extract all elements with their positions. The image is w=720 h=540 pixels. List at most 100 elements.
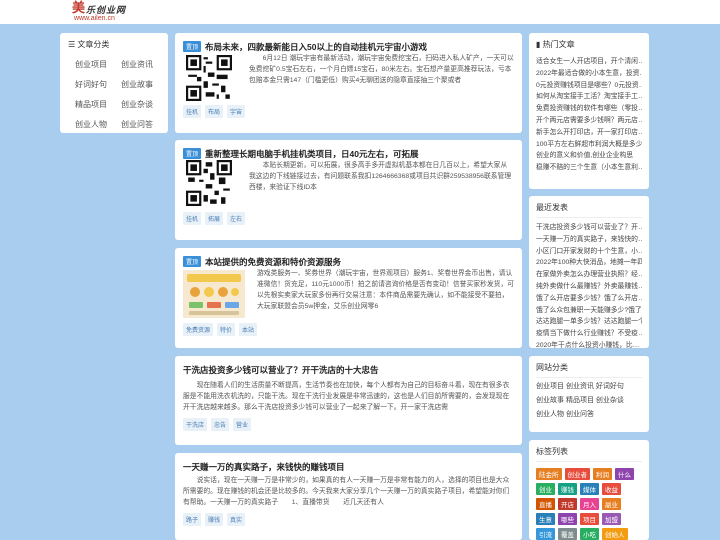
article-tag[interactable]: 赚钱: [205, 513, 224, 526]
hot-title: ▮ 热门文章: [536, 38, 642, 52]
hot-article-link[interactable]: 免费投资赚钱的软件有哪些（零投…: [536, 103, 642, 115]
category-panel: ☰ 文章分类 创业项目 创业资讯 好词好句 创业故事 精品项目 创业杂谈 创业人…: [60, 33, 168, 133]
chart-icon: ▮: [536, 40, 541, 49]
category-item[interactable]: 创业资讯: [114, 58, 160, 72]
site-categories-panel: 网站分类 创业项目 创业资讯 好词好句 创业故事 精品项目 创业杂谈 创业人物 …: [529, 356, 649, 432]
article-title[interactable]: 置顶 本站提供的免费资源和特价资源服务: [183, 256, 341, 268]
tag-cloud-item[interactable]: 月入: [580, 498, 599, 510]
qr-code-image[interactable]: [183, 55, 245, 103]
article-excerpt: 本贴长期更新，可以拓展，很多高手多开虚拟机基本都在日几百以上，希望大家从我这边的…: [249, 162, 512, 191]
hot-article-link[interactable]: 适合女生一人开店项目，开个清闲…: [536, 56, 642, 68]
tag-cloud-item[interactable]: 哪些: [558, 513, 577, 525]
hot-article-link[interactable]: 如何从淘宝接手工活？淘宝接手工…: [536, 91, 642, 103]
article-card: 置顶 布局未来，四款最新能日入50以上的自动挂机元宇宙小游戏 6月12日 潮玩宇宙…: [175, 33, 522, 133]
tagcloud-title: 标签列表: [536, 447, 568, 456]
recent-posts-panel: 最近发表 干洗店投资多少钱可以营业了？开… 一天赚一万的真实路子，来钱快的… 小…: [529, 196, 649, 349]
hot-article-link[interactable]: 100平方左右鲜超市利润大概是多少…: [536, 139, 642, 151]
article-card: 干洗店投资多少钱可以营业了？开干洗店的十大忠告 现在随着人们的生活质量不断提高，…: [175, 356, 522, 445]
category-item[interactable]: 创业项目: [68, 58, 114, 72]
article-tag[interactable]: 挂机: [183, 212, 202, 225]
category-item[interactable]: 创业故事: [114, 78, 160, 92]
hot-article-link[interactable]: 稳赚不赔的三个生意（小本生意利…: [536, 162, 642, 174]
tag-cloud-item[interactable]: 小吃: [580, 528, 599, 540]
article-title[interactable]: 干洗店投资多少钱可以营业了？开干洗店的十大忠告: [183, 364, 379, 376]
app-screenshot-image[interactable]: [183, 270, 245, 318]
list-icon: ☰: [68, 40, 76, 49]
article-tag[interactable]: 营业: [233, 418, 252, 431]
recent-post-link[interactable]: 在家做外卖怎么办理营业执照？经…: [536, 269, 642, 281]
tag-cloud-item[interactable]: 赚钱: [558, 483, 577, 495]
article-title[interactable]: 置顶 布局未来，四款最新能日入50以上的自动挂机元宇宙小游戏: [183, 41, 427, 53]
site-category-row[interactable]: 创业项目 创业资讯 好词好句: [536, 380, 642, 394]
recent-post-link[interactable]: 2022年100种大快消品，地摊一年四…: [536, 257, 642, 269]
divider: [536, 461, 642, 462]
article-tag[interactable]: 特价: [217, 323, 236, 336]
category-title: ☰ 文章分类: [68, 38, 160, 52]
recent-post-link[interactable]: 饿了么众包兼职一天能赚多少?饿了…: [536, 305, 642, 317]
tag-cloud-item[interactable]: 项目: [580, 513, 599, 525]
hot-article-link[interactable]: 0元投资赚钱项目是哪些？0元投资…: [536, 80, 642, 92]
category-item[interactable]: 创业人物: [68, 118, 114, 132]
article-card: 一天赚一万的真实路子，来钱快的赚钱项目 说实话，现在一天赚一万是非常少的，如果真…: [175, 453, 522, 540]
category-item[interactable]: 好词好句: [68, 78, 114, 92]
article-tag[interactable]: 左右: [227, 212, 246, 225]
article-excerpt: 说实话，现在一天赚一万是非常少的，如果真的有人一天赚一万是非常有能力的人，选择的…: [183, 477, 510, 506]
site-logo[interactable]: 美 乐创业网 www.ailen.cn: [72, 1, 152, 23]
site-category-row[interactable]: 创业人物 创业问答: [536, 408, 642, 422]
tag-cloud-item[interactable]: 媒体: [580, 483, 599, 495]
article-tag[interactable]: 挂机: [183, 105, 202, 118]
hot-title-text: 热门文章: [542, 40, 575, 49]
logo-mark: 美: [72, 1, 86, 16]
article-tag[interactable]: 本站: [239, 323, 258, 336]
category-item[interactable]: 创业问答: [114, 118, 160, 132]
divider: [536, 377, 642, 378]
recent-title: 最近发表: [536, 203, 568, 212]
article-title[interactable]: 一天赚一万的真实路子，来钱快的赚钱项目: [183, 461, 345, 473]
tag-cloud-item[interactable]: 创业者: [564, 468, 590, 480]
site-category-row[interactable]: 创业故事 精品项目 创业杂谈: [536, 394, 642, 408]
category-item[interactable]: 创业杂谈: [114, 98, 160, 112]
tag-cloud-item[interactable]: 收益: [602, 483, 621, 495]
recent-post-link[interactable]: 2020年干点什么投资小赚钱，比…: [536, 340, 642, 352]
hot-article-link[interactable]: 新手怎么开打印店，开一家打印店…: [536, 127, 642, 139]
article-card: 置顶 本站提供的免费资源和特价资源服务 游戏类服务一、奖券世界（潮玩宇宙，世界观项…: [175, 248, 522, 348]
tag-cloud-item[interactable]: 创业: [536, 483, 555, 495]
tag-cloud-item[interactable]: 加盟: [602, 513, 621, 525]
tag-cloud-item[interactable]: 引流: [536, 528, 555, 540]
article-title[interactable]: 置顶 重新整理长期电脑手机挂机类项目，日40元左右，可拓展: [183, 148, 418, 160]
recent-post-link[interactable]: 干洗店投资多少钱可以营业了？开…: [536, 222, 642, 234]
tag-cloud-item[interactable]: 什么: [615, 468, 634, 480]
hot-article-link[interactable]: 2022年最适合做的小本生意，投资…: [536, 68, 642, 80]
article-tag[interactable]: 真实: [227, 513, 246, 526]
recent-post-link[interactable]: 疫情当下做什么行业赚钱？不受疫…: [536, 328, 642, 340]
article-tag[interactable]: 布局: [205, 105, 224, 118]
tag-cloud-item[interactable]: 利润: [593, 468, 612, 480]
recent-post-link[interactable]: 饿了么开店要多少钱？饿了么开店…: [536, 293, 642, 305]
qr-code-image[interactable]: [183, 160, 245, 208]
tag-cloud-item[interactable]: 开店: [558, 498, 577, 510]
recent-post-link[interactable]: 纯外卖做什么最赚钱？外卖最赚钱…: [536, 281, 642, 293]
article-tag[interactable]: 宇宙: [227, 105, 246, 118]
article-excerpt: 游戏类服务一、奖券世界（潮玩宇宙，世界观项目）服务1、奖卷世界金币出售，请认准微…: [257, 270, 515, 310]
article-card: 置顶 重新整理长期电脑手机挂机类项目，日40元左右，可拓展 本贴长期更新，可以拓展…: [175, 140, 522, 240]
article-tag[interactable]: 路子: [183, 513, 202, 526]
tag-cloud-item[interactable]: 创始人: [602, 528, 628, 540]
hot-article-link[interactable]: 开个两元店需要多少钱啊？两元店…: [536, 115, 642, 127]
recent-post-link[interactable]: 达达跑腿一单多少钱？达达跑腿一个…: [536, 316, 642, 328]
tag-cloud: 陆金所 创业者 利润 什么创业 赚钱 媒体 收益直播 开店 月入 副业生意 哪些 项目 加盟引流 覆盖 小吃…: [536, 468, 642, 540]
tag-cloud-item[interactable]: 直播: [536, 498, 555, 510]
recent-post-link[interactable]: 小区门口开家发财的十个生意，小…: [536, 246, 642, 258]
category-item[interactable]: 精品项目: [68, 98, 114, 112]
tag-cloud-item[interactable]: 覆盖: [558, 528, 577, 540]
hot-article-link[interactable]: 创业的意义和价值,创业企业构思: [536, 150, 642, 162]
article-tag[interactable]: 干洗店: [183, 418, 208, 431]
tag-cloud-item[interactable]: 生意: [536, 513, 555, 525]
tag-cloud-item[interactable]: 陆金所: [536, 468, 562, 480]
sitenav-title: 网站分类: [536, 363, 568, 372]
category-title-text: 文章分类: [77, 40, 110, 49]
article-tag[interactable]: 拓展: [205, 212, 224, 225]
article-tag[interactable]: 忠告: [211, 418, 230, 431]
recent-post-link[interactable]: 一天赚一万的真实路子，来钱快的…: [536, 234, 642, 246]
article-tag[interactable]: 免费资源: [183, 323, 214, 336]
tag-cloud-item[interactable]: 副业: [602, 498, 621, 510]
